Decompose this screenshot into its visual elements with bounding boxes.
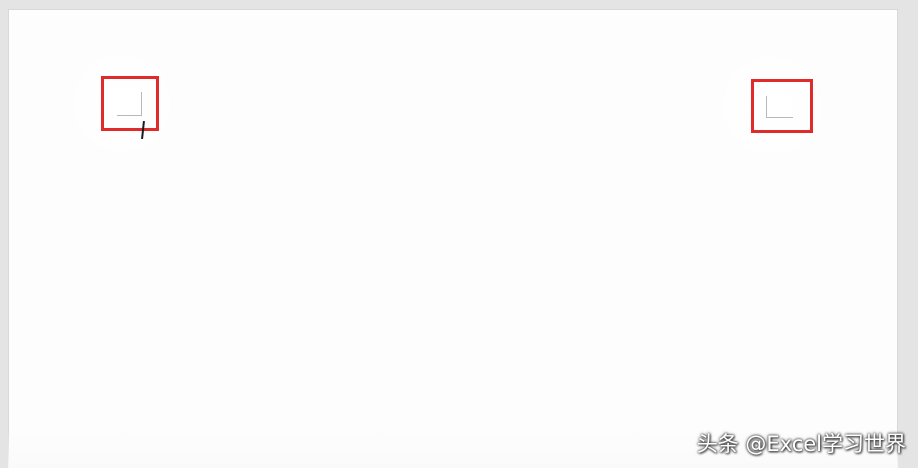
document-page (8, 9, 898, 468)
left-highlight-box (101, 76, 159, 131)
screenshot-stage: 头条 @Excel学习世界 (0, 0, 918, 468)
right-highlight-box (751, 79, 813, 133)
watermark-text: 头条 @Excel学习世界 (696, 432, 906, 456)
